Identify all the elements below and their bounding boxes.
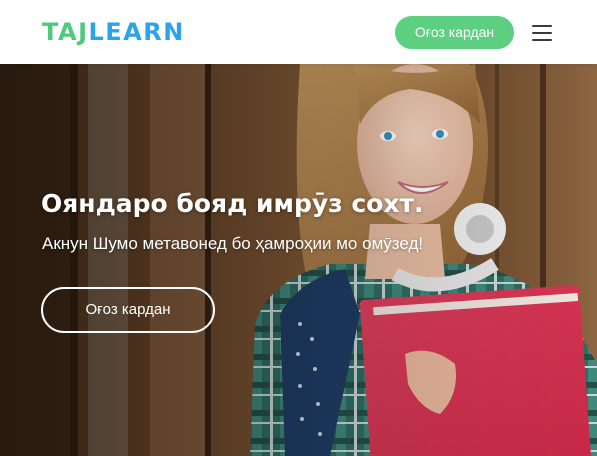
menu-bar xyxy=(532,39,552,41)
hero-title: Ояндаро бояд имрӯз сохт. xyxy=(41,189,424,218)
hero-background-photo xyxy=(0,64,597,456)
hero-start-button[interactable]: Оғоз кардан xyxy=(41,287,215,333)
landing-page: TAJLEARN Оғоз кардан Ояндаро бояд имрӯз … xyxy=(0,0,597,456)
menu-bar xyxy=(532,32,552,34)
header-start-button[interactable]: Оғоз кардан xyxy=(395,16,514,49)
site-logo[interactable]: TAJLEARN xyxy=(42,16,185,48)
hero-subtitle: Акнун Шумо метавонед бо ҳамроҳии мо омӯз… xyxy=(42,234,424,253)
logo-text-taj: TAJ xyxy=(42,18,89,46)
site-header: TAJLEARN Оғоз кардан xyxy=(0,0,597,64)
hero-section: Ояндаро бояд имрӯз сохт. Акнун Шумо мета… xyxy=(0,64,597,456)
logo-text-learn: LEARN xyxy=(88,18,185,46)
hamburger-menu-icon[interactable] xyxy=(532,23,554,43)
menu-bar xyxy=(532,25,552,27)
